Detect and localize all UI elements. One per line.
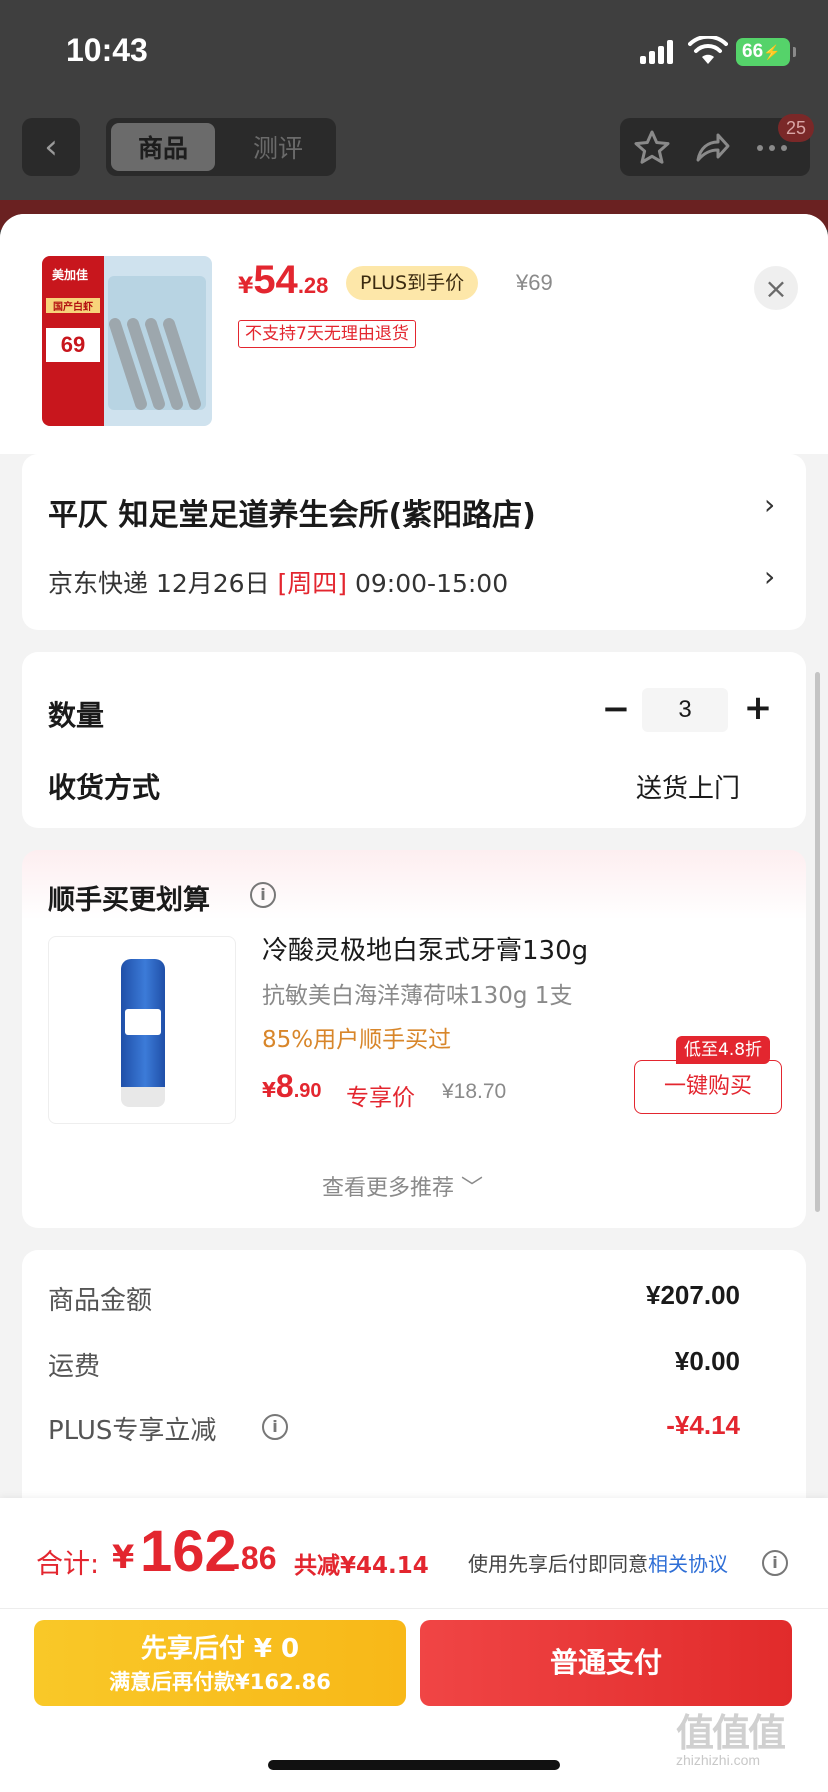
battery-level: 66 xyxy=(742,41,764,62)
plus-price-badge: PLUS到手价 xyxy=(346,266,479,300)
info-icon[interactable]: i xyxy=(762,1550,788,1576)
tab-group: 商品 测评 xyxy=(106,118,336,176)
original-price: ¥69 xyxy=(516,270,553,295)
shipping-fee-value: ¥0.00 xyxy=(674,1346,740,1376)
info-icon[interactable]: i xyxy=(250,882,276,908)
pay-later-button[interactable]: 先享后付 ¥ 0 满意后再付款¥162.86 xyxy=(34,1620,406,1706)
product-thumbnail: 美加佳 国产白虾 69 xyxy=(42,256,212,426)
chevron-left-icon: ‹ xyxy=(44,127,58,167)
quantity-card: 数量 − 3 + 收货方式 送货上门 xyxy=(22,652,806,828)
toothpaste-image[interactable] xyxy=(48,936,236,1124)
tab-review[interactable]: 测评 xyxy=(226,123,330,171)
chevron-right-icon[interactable]: › xyxy=(764,488,775,521)
status-bar: 10:43 66⚡ xyxy=(0,0,828,100)
agreement-link[interactable]: 相关协议 xyxy=(648,1552,728,1576)
total-label: 合计: xyxy=(36,1549,100,1580)
delivery-time[interactable]: 京东快递 12月26日 [周四] 09:00-15:00 xyxy=(48,564,508,600)
watermark-logo: 值值值 xyxy=(676,1711,786,1755)
divider xyxy=(0,1608,828,1609)
exclusive-price-label: 专享价 xyxy=(346,1085,415,1111)
signal-icon xyxy=(640,40,676,64)
discount-badge: 低至4.8折 xyxy=(676,1036,771,1064)
agreement-text: 使用先享后付即同意相关协议 xyxy=(468,1552,728,1576)
shipping-method-value[interactable]: 送货上门 xyxy=(636,768,740,805)
wifi-icon xyxy=(688,36,728,64)
plus-discount-value: -¥4.14 xyxy=(666,1410,740,1440)
total-amount-decimal: .86 xyxy=(232,1540,277,1576)
total-currency: ¥ xyxy=(112,1538,135,1576)
star-icon[interactable] xyxy=(632,128,672,168)
recommended-product-spec: 抗敏美白海洋薄荷味130g 1支 xyxy=(262,983,573,1009)
thumbnail-price: 69 xyxy=(46,328,100,362)
subtotal-value: ¥207.00 xyxy=(646,1280,740,1310)
close-icon: × xyxy=(764,271,788,305)
shipping-method-label: 收货方式 xyxy=(48,771,161,804)
shrimp-package-image xyxy=(107,276,206,412)
total-amount-integer: 162 xyxy=(140,1519,237,1584)
scrollbar[interactable] xyxy=(815,672,820,1212)
plus-discount-label: PLUS专享立减 xyxy=(48,1416,217,1446)
status-time: 10:43 xyxy=(66,32,148,68)
delivery-address[interactable]: 平仄 知足堂足道养生会所(紫阳路店) xyxy=(48,490,536,534)
message-count-badge: 25 xyxy=(778,114,814,142)
thumbnail-tag: 国产白虾 xyxy=(46,298,100,313)
subtotal-label: 商品金额 xyxy=(48,1286,153,1316)
recommendation-title: 顺手买更划算 xyxy=(48,885,210,916)
product-header: 美加佳 国产白虾 69 ¥ 54 .28 PLUS到手价 ¥69 不支持7天无理… xyxy=(0,214,828,454)
normal-pay-button[interactable]: 普通支付 xyxy=(420,1620,792,1706)
background-nav: ‹ 商品 测评 25 xyxy=(0,100,828,210)
total-reduction: 共减¥44.14 xyxy=(294,1553,429,1579)
home-indicator[interactable] xyxy=(268,1760,560,1770)
tab-product[interactable]: 商品 xyxy=(111,123,215,171)
watermark-url: zhizhizhi.com xyxy=(676,1752,761,1768)
thumbnail-brand: 美加佳 xyxy=(52,268,89,282)
delivery-weekday: [周四] xyxy=(277,569,348,598)
more-recommendations-link[interactable]: 查看更多推荐 ﹀ xyxy=(322,1170,483,1202)
one-click-buy-button[interactable]: 一键购买 xyxy=(634,1060,782,1114)
recommended-original-price: ¥18.70 xyxy=(442,1080,507,1103)
recommended-product-name[interactable]: 冷酸灵极地白泵式牙膏130g xyxy=(262,930,588,967)
back-button[interactable]: ‹ xyxy=(22,118,80,176)
battery-icon: 66⚡ xyxy=(736,38,796,66)
checkout-bar: 合计: ¥ 162 .86 共减¥44.14 使用先享后付即同意相关协议 i 先… xyxy=(0,1498,828,1792)
shipping-fee-label: 运费 xyxy=(48,1352,101,1382)
chevron-right-icon[interactable]: › xyxy=(764,560,775,593)
return-policy-badge: 不支持7天无理由退货 xyxy=(238,320,416,348)
recommendation-card: 顺手买更划算 i 冷酸灵极地白泵式牙膏130g 抗敏美白海洋薄荷味130g 1支… xyxy=(22,850,806,1228)
quantity-label: 数量 xyxy=(48,699,105,732)
quantity-increase-button[interactable]: + xyxy=(738,688,778,728)
address-card: 平仄 知足堂足道养生会所(紫阳路店) › 京东快递 12月26日 [周四] 09… xyxy=(22,454,806,630)
info-icon[interactable]: i xyxy=(262,1414,288,1440)
recommended-product-price: ¥ 8 .90 xyxy=(262,1068,322,1104)
share-icon[interactable] xyxy=(692,128,732,168)
quantity-input[interactable]: 3 xyxy=(642,688,728,732)
recommended-product-popularity: 85%用户顺手买过 xyxy=(262,1027,452,1053)
product-price: ¥ 54 .28 xyxy=(238,258,329,302)
close-button[interactable]: × xyxy=(754,266,798,310)
quantity-decrease-button[interactable]: − xyxy=(596,690,636,730)
